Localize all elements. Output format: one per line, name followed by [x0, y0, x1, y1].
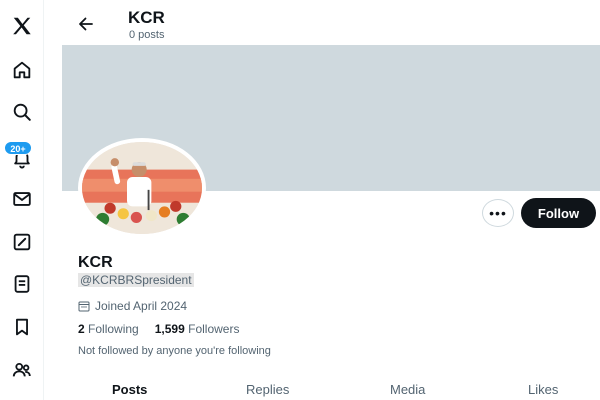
- home-icon[interactable]: [8, 56, 36, 84]
- lists-icon[interactable]: [8, 270, 36, 298]
- profile-header: KCR 0 posts: [62, 0, 600, 44]
- search-icon[interactable]: [8, 98, 36, 126]
- joined-date: Joined April 2024: [78, 299, 187, 313]
- notifications-badge: 20+: [4, 141, 32, 155]
- calendar-icon: [78, 301, 90, 312]
- followers-count: 1,599: [154, 322, 185, 336]
- follow-button[interactable]: Follow: [521, 198, 596, 228]
- followers-label: Followers: [188, 322, 240, 336]
- tab-posts[interactable]: Posts: [112, 382, 147, 397]
- left-nav: 20+: [0, 0, 44, 400]
- back-arrow-icon[interactable]: [76, 14, 96, 34]
- communities-icon[interactable]: [8, 356, 36, 384]
- tab-likes[interactable]: Likes: [528, 382, 558, 397]
- tab-replies[interactable]: Replies: [246, 382, 289, 397]
- header-post-count: 0 posts: [129, 29, 165, 41]
- joined-text: Joined April 2024: [95, 299, 188, 313]
- header-name: KCR: [128, 8, 165, 27]
- following-link[interactable]: 2 Following: [78, 322, 139, 336]
- grok-icon[interactable]: [8, 228, 36, 256]
- following-count: 2: [78, 322, 85, 336]
- more-options-button[interactable]: •••: [482, 199, 514, 227]
- profile-tabs: Posts Replies Media Likes: [62, 374, 600, 400]
- profile-handle: @KCRBRSpresident: [78, 273, 194, 287]
- avatar[interactable]: [78, 138, 206, 238]
- profile-name: KCR: [78, 254, 113, 271]
- following-label: Following: [88, 322, 139, 336]
- follow-stats: 2 Following 1,599 Followers: [78, 322, 239, 336]
- bookmarks-icon[interactable]: [8, 313, 36, 341]
- tab-media[interactable]: Media: [390, 382, 425, 397]
- followers-link[interactable]: 1,599 Followers: [155, 322, 240, 336]
- messages-icon[interactable]: [8, 185, 36, 213]
- x-logo-icon[interactable]: [8, 12, 36, 40]
- not-followed-note: Not followed by anyone you're following: [78, 345, 271, 357]
